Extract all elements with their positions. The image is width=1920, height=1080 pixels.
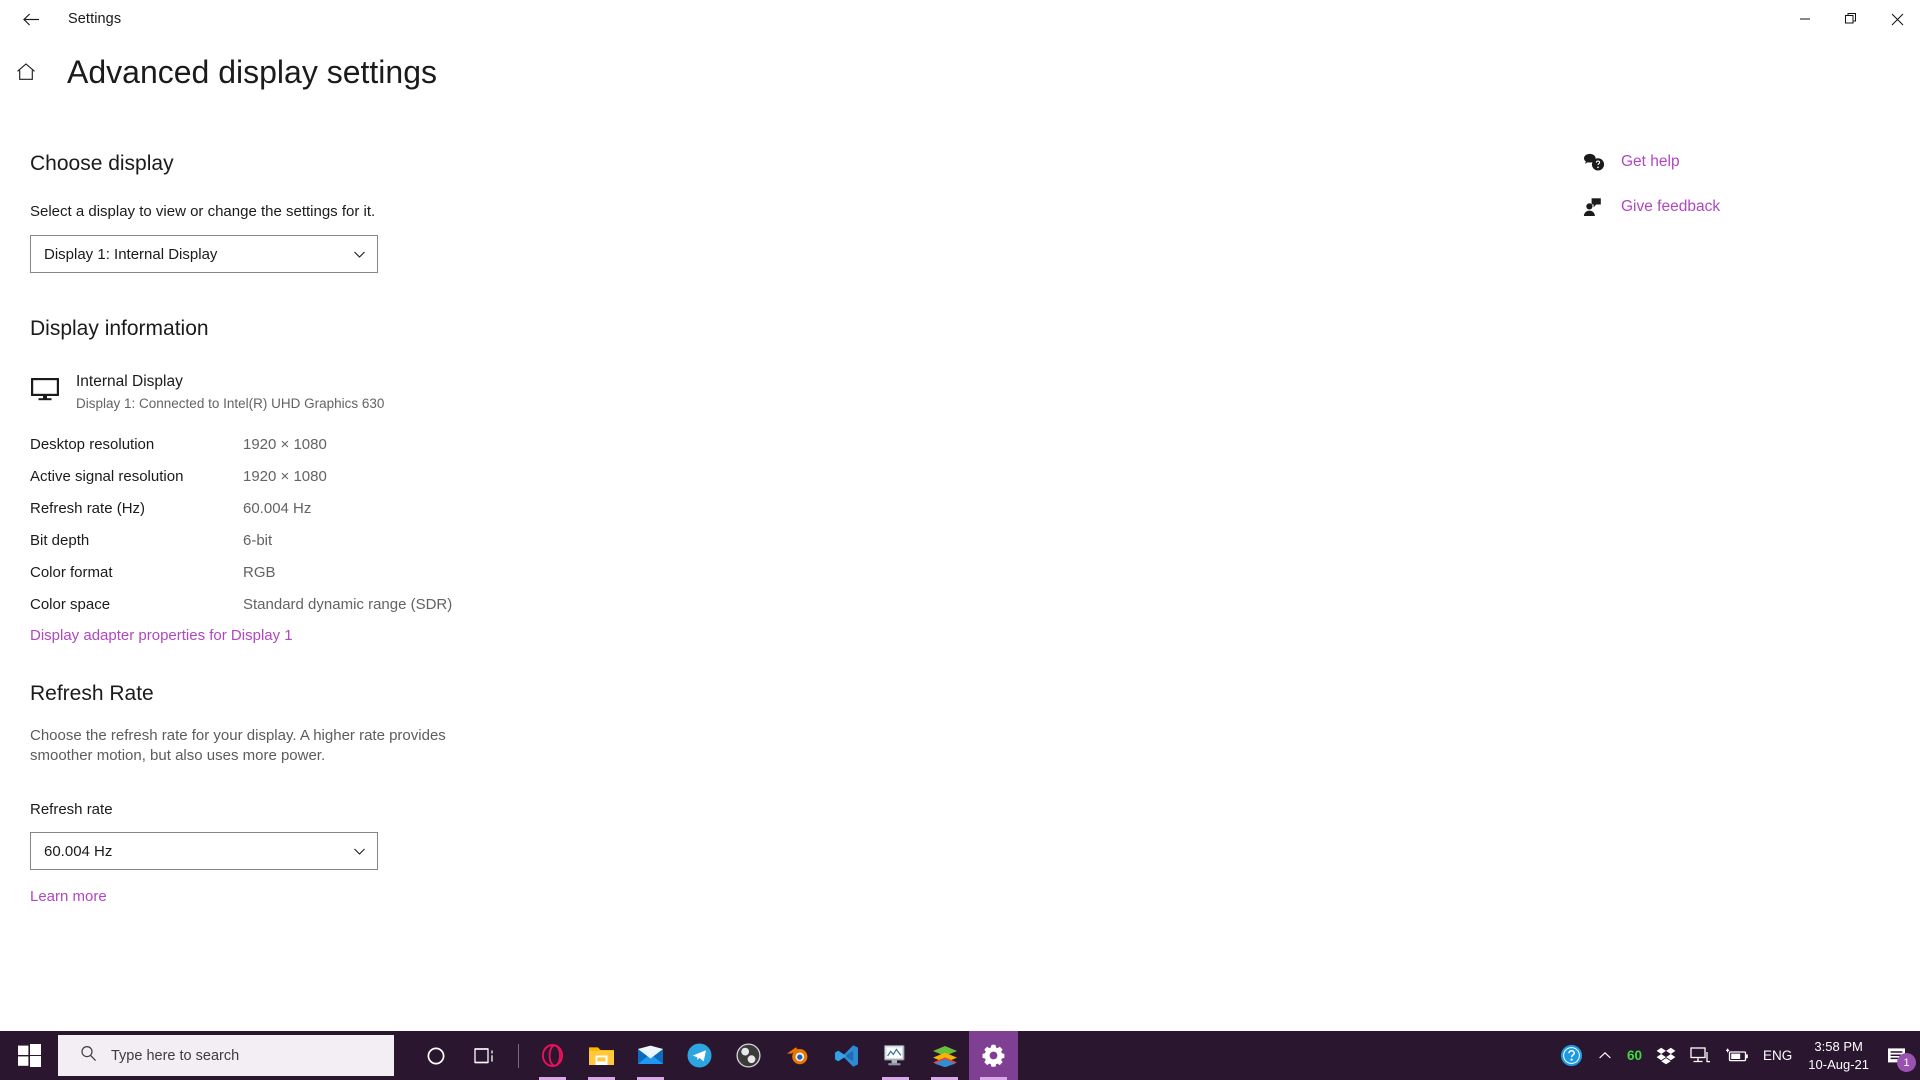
info-key: Refresh rate (Hz): [30, 500, 146, 518]
help-circle-icon[interactable]: [1553, 1031, 1590, 1080]
chevron-down-icon: [352, 247, 367, 262]
display-name: Internal Display: [76, 373, 183, 390]
system-tray: 60 ENG 3:58 PM 10-Aug-21 1: [1553, 1031, 1920, 1080]
page-title: Advanced display settings: [67, 54, 437, 90]
taskbar-app-task-manager[interactable]: [871, 1031, 920, 1080]
display-select[interactable]: Display 1: Internal Display: [30, 235, 378, 273]
taskbar: Type here to search 60 ENG 3:58 PM 10-Au…: [0, 1031, 1920, 1080]
clock-time: 3:58 PM: [1814, 1038, 1863, 1054]
info-value: 1920 × 1080: [243, 436, 327, 454]
table-row: Color space Standard dynamic range (SDR): [30, 589, 1010, 621]
search-icon: [80, 1045, 97, 1067]
rail-item-label: Give feedback: [1621, 198, 1721, 215]
display-info-table: Desktop resolution 1920 × 1080 Active si…: [30, 429, 1010, 621]
search-input[interactable]: Type here to search: [58, 1035, 394, 1076]
page-header: Advanced display settings: [0, 56, 437, 88]
taskbar-app-bluestacks[interactable]: [920, 1031, 969, 1080]
settings-window: Settings Advanced display settings Choos…: [0, 0, 1920, 1080]
battery-percent-indicator[interactable]: 60: [1620, 1031, 1649, 1080]
taskbar-app-settings[interactable]: [969, 1031, 1018, 1080]
taskbar-app-telegram[interactable]: [675, 1031, 724, 1080]
restore-button[interactable]: [1828, 0, 1874, 38]
language-label: ENG: [1763, 1048, 1793, 1063]
taskbar-apps: [411, 1031, 1018, 1080]
help-chat-icon: [1583, 152, 1621, 172]
table-row: Refresh rate (Hz) 60.004 Hz: [30, 493, 1010, 525]
refresh-rate-description: Choose the refresh rate for your display…: [30, 726, 446, 764]
info-value: 6-bit: [243, 532, 273, 550]
main-content: Choose display Select a display to view …: [30, 152, 1010, 906]
taskbar-app-task-view[interactable]: [460, 1031, 509, 1080]
display-subtitle: Display 1: Connected to Intel(R) UHD Gra…: [76, 395, 385, 411]
refresh-rate-heading: Refresh Rate: [30, 681, 154, 705]
info-key: Active signal resolution: [30, 468, 184, 486]
choose-display-heading: Choose display: [30, 152, 174, 175]
table-row: Color format RGB: [30, 557, 1010, 589]
taskbar-app-vscode[interactable]: [822, 1031, 871, 1080]
clock[interactable]: 3:58 PM 10-Aug-21: [1799, 1038, 1878, 1073]
info-value: Standard dynamic range (SDR): [243, 596, 453, 614]
refresh-rate-field-label: Refresh rate: [30, 801, 113, 819]
minimize-button[interactable]: [1782, 0, 1828, 38]
give-feedback-link[interactable]: Give feedback: [1583, 187, 1883, 227]
info-key: Color space: [30, 596, 111, 614]
notification-count-badge: 1: [1897, 1053, 1916, 1072]
info-value: RGB: [243, 564, 276, 582]
refresh-rate-select[interactable]: 60.004 Hz: [30, 832, 378, 871]
taskbar-app-file-explorer[interactable]: [577, 1031, 626, 1080]
home-icon[interactable]: [0, 60, 52, 84]
battery-percent-label: 60: [1626, 1048, 1643, 1063]
info-key: Desktop resolution: [30, 436, 155, 454]
taskbar-app-opera[interactable]: [528, 1031, 577, 1080]
info-value: 60.004 Hz: [243, 500, 312, 518]
choose-display-description: Select a display to view or change the s…: [30, 203, 376, 220]
taskbar-app-blender[interactable]: [773, 1031, 822, 1080]
action-center-button[interactable]: 1: [1878, 1031, 1920, 1080]
get-help-link[interactable]: Get help: [1583, 142, 1883, 182]
chevron-down-icon: [352, 844, 367, 859]
windows-start-icon[interactable]: [0, 1031, 58, 1080]
battery-charging-icon[interactable]: [1718, 1031, 1756, 1080]
back-button[interactable]: [8, 3, 54, 35]
dropbox-icon[interactable]: [1649, 1031, 1683, 1080]
search-placeholder: Type here to search: [111, 1047, 240, 1064]
language-indicator[interactable]: ENG: [1756, 1031, 1799, 1080]
taskbar-app-mail[interactable]: [626, 1031, 675, 1080]
info-key: Bit depth: [30, 532, 90, 550]
table-row: Desktop resolution 1920 × 1080: [30, 429, 1010, 461]
learn-more-link[interactable]: Learn more: [30, 888, 107, 905]
display-select-value: Display 1: Internal Display: [44, 245, 218, 263]
show-hidden-icons-chevron[interactable]: [1590, 1031, 1620, 1080]
monitor-icon: [30, 373, 76, 401]
close-button[interactable]: [1874, 0, 1920, 38]
taskbar-app-cortana[interactable]: [411, 1031, 460, 1080]
window-controls: [1782, 0, 1920, 38]
feedback-person-icon: [1583, 197, 1621, 217]
window-title: Settings: [68, 11, 122, 27]
info-key: Color format: [30, 564, 113, 582]
display-information-heading: Display information: [30, 317, 209, 340]
display-card: Internal Display Display 1: Connected to…: [30, 373, 1010, 411]
refresh-rate-select-value: 60.004 Hz: [44, 842, 113, 860]
display-adapter-properties-link[interactable]: Display adapter properties for Display 1: [30, 627, 293, 644]
table-row: Bit depth 6-bit: [30, 525, 1010, 557]
clock-date: 10-Aug-21: [1808, 1056, 1869, 1072]
network-icon[interactable]: [1683, 1031, 1718, 1080]
table-row: Active signal resolution 1920 × 1080: [30, 461, 1010, 493]
info-value: 1920 × 1080: [243, 468, 327, 486]
taskbar-separator: [518, 1043, 519, 1068]
taskbar-app-obs-studio[interactable]: [724, 1031, 773, 1080]
title-bar: Settings: [0, 0, 1920, 38]
right-rail: Get help Give feedback: [1583, 142, 1883, 227]
rail-item-label: Get help: [1621, 153, 1680, 170]
